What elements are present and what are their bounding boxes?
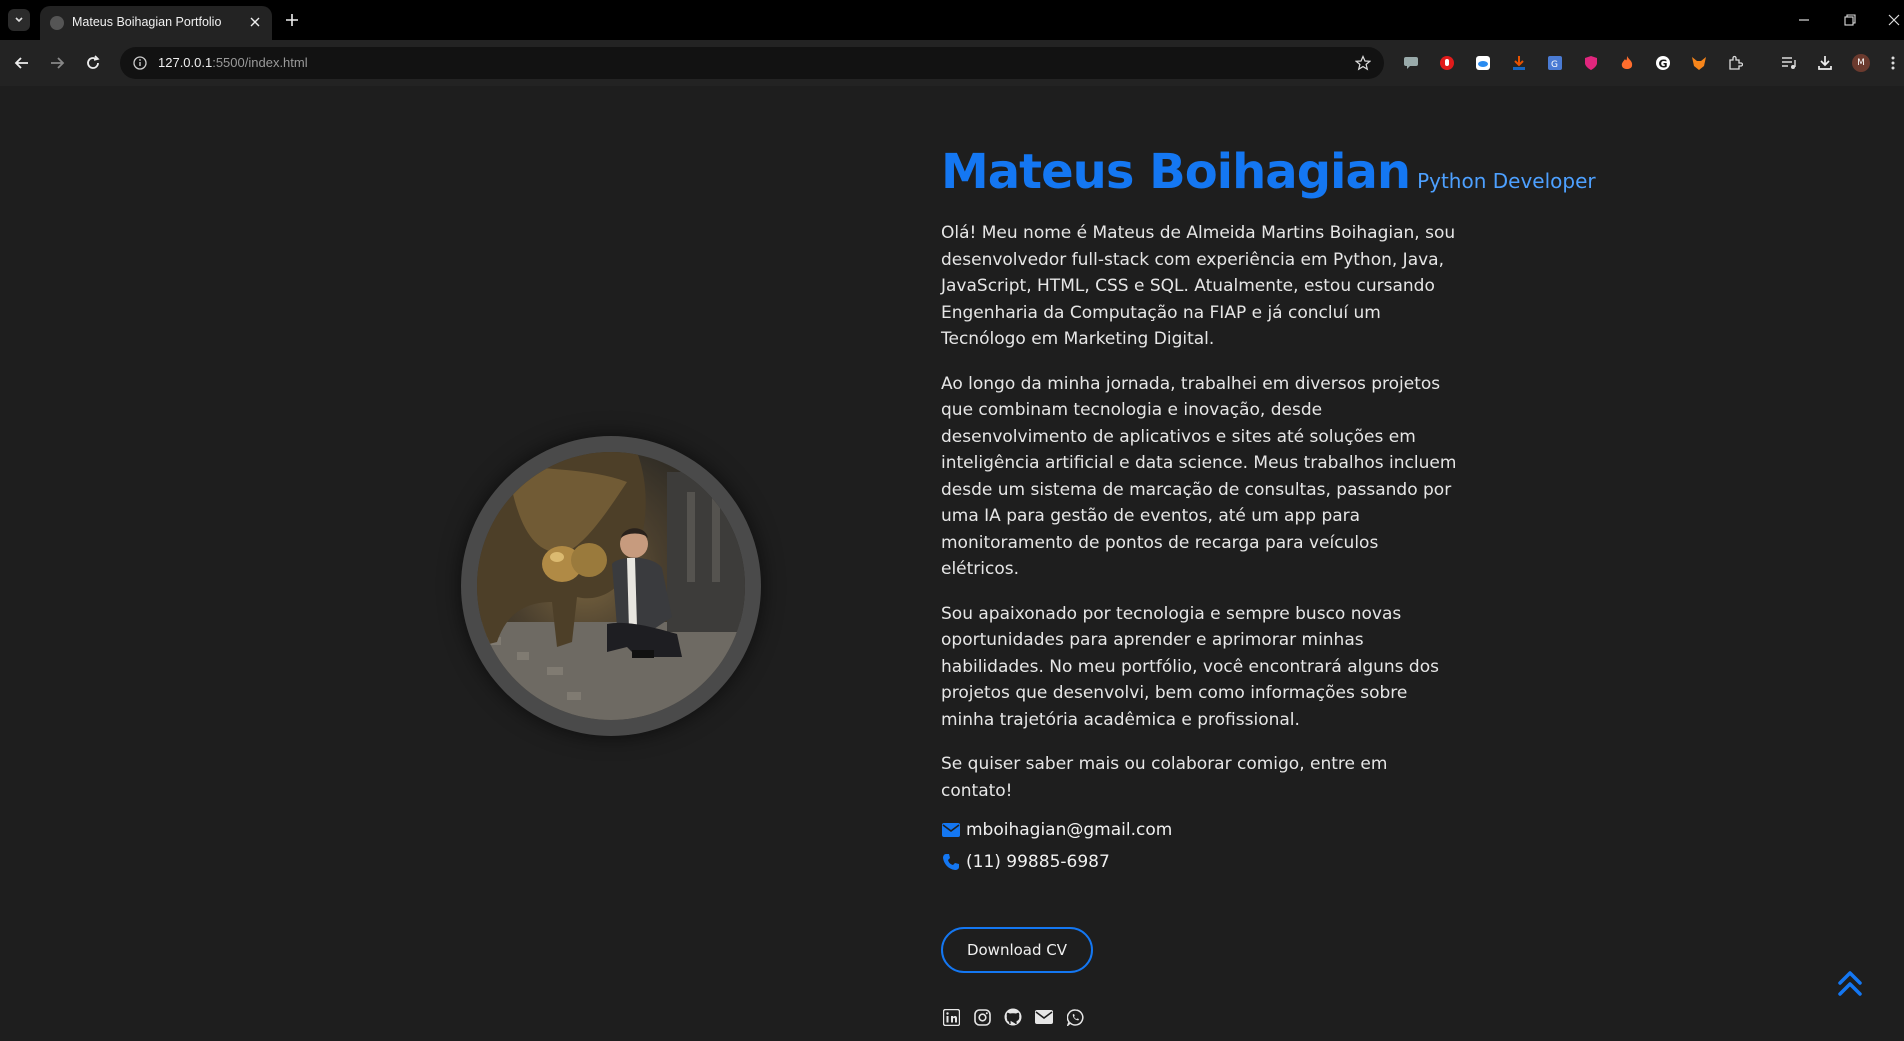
email-contact[interactable]: mboihagian@gmail.com (941, 814, 1461, 846)
arrow-right-icon (51, 57, 65, 69)
menu-kebab-icon[interactable] (1884, 52, 1902, 74)
github-icon[interactable] (1003, 1007, 1023, 1027)
bio-paragraph-4: Se quiser saber mais ou colaborar comigo… (941, 754, 1388, 801)
svg-text:G: G (1551, 60, 1558, 70)
svg-text:G: G (1659, 58, 1668, 71)
minimize-button[interactable] (1794, 10, 1814, 30)
extension-download-icon[interactable] (1508, 52, 1530, 74)
double-chevron-up-icon (1838, 971, 1862, 996)
arrow-left-icon (14, 57, 28, 69)
close-icon (250, 17, 260, 27)
extension-fire-icon[interactable] (1616, 52, 1638, 74)
download-cv-button[interactable]: Download CV (941, 927, 1093, 973)
hero-heading: Mateus Boihagian Python Developer (941, 144, 1596, 200)
restore-button[interactable] (1840, 10, 1860, 30)
url-path: :5500/index.html (212, 55, 308, 70)
extensions-puzzle-icon[interactable] (1724, 52, 1746, 74)
mail-icon[interactable] (1034, 1007, 1054, 1027)
hero-role: Python Developer (1417, 169, 1596, 193)
new-tab-button[interactable] (282, 10, 302, 30)
profile-avatar[interactable]: M (1850, 52, 1872, 74)
reload-icon (87, 55, 100, 69)
plus-icon (286, 14, 298, 26)
linkedin-icon[interactable] (941, 1007, 961, 1027)
minimize-icon (1799, 19, 1809, 21)
tab-title: Mateus Boihagian Portfolio (72, 15, 222, 29)
whatsapp-icon[interactable] (1065, 1007, 1085, 1027)
url-host: 127.0.0.1 (158, 55, 213, 70)
instagram-icon[interactable] (972, 1007, 992, 1027)
phone-text[interactable]: (11) 99885-6987 (966, 852, 1110, 872)
close-icon (1888, 14, 1900, 26)
bio-paragraph-2: Ao longo da minha jornada, trabalhei em … (941, 373, 1457, 580)
media-playlist-icon[interactable] (1778, 52, 1800, 74)
profile-photo-frame (461, 436, 761, 736)
tab-close-button[interactable] (246, 13, 264, 31)
hero-name: Mateus Boihagian (941, 144, 1411, 200)
extension-cloud-icon[interactable] (1472, 52, 1494, 74)
browser-toolbar: 127.0.0.1:5500/index.html G G M (0, 40, 1904, 86)
extension-fox-icon[interactable] (1688, 52, 1710, 74)
portfolio-page: Mateus Boihagian Python Developer Olá! M… (0, 86, 1904, 1041)
browser-tab-strip: Mateus Boihagian Portfolio (0, 0, 1904, 40)
restore-icon (1844, 14, 1856, 26)
bio-paragraph-1: Olá! Meu nome é Mateus de Almeida Martin… (941, 223, 1456, 349)
globe-icon (50, 16, 64, 30)
extension-shield-icon[interactable] (1580, 52, 1602, 74)
bookmark-star-icon[interactable] (1354, 54, 1372, 72)
extension-g-icon[interactable]: G (1652, 52, 1674, 74)
site-info-icon[interactable] (132, 55, 148, 71)
extension-chat-icon[interactable] (1400, 52, 1422, 74)
extension-translate-icon[interactable]: G (1544, 52, 1566, 74)
scroll-to-top-button[interactable] (1832, 966, 1868, 1002)
bio-text: Olá! Meu nome é Mateus de Almeida Martin… (941, 220, 1461, 804)
email-text[interactable]: mboihagian@gmail.com (966, 820, 1172, 840)
about-section: Mateus Boihagian Python Developer Olá! M… (941, 144, 1596, 878)
close-window-button[interactable] (1884, 10, 1904, 30)
profile-initial: M (1857, 58, 1865, 68)
downloads-icon[interactable] (1814, 52, 1836, 74)
phone-contact[interactable]: (11) 99885-6987 (941, 846, 1461, 878)
url-text: 127.0.0.1:5500/index.html (158, 55, 308, 70)
reload-button[interactable] (83, 53, 103, 73)
envelope-icon (941, 820, 961, 840)
back-button[interactable] (12, 53, 32, 73)
profile-photo (477, 452, 745, 720)
forward-button[interactable] (47, 53, 67, 73)
address-bar[interactable]: 127.0.0.1:5500/index.html (120, 47, 1384, 79)
tab-search-button[interactable] (8, 9, 30, 31)
bio-paragraph-3: Sou apaixonado por tecnologia e sempre b… (941, 603, 1439, 730)
phone-icon (941, 852, 961, 872)
browser-tab[interactable]: Mateus Boihagian Portfolio (40, 6, 272, 40)
social-links (941, 1007, 1096, 1027)
extension-red-hand-icon[interactable] (1436, 52, 1458, 74)
chevron-down-icon (15, 17, 23, 23)
